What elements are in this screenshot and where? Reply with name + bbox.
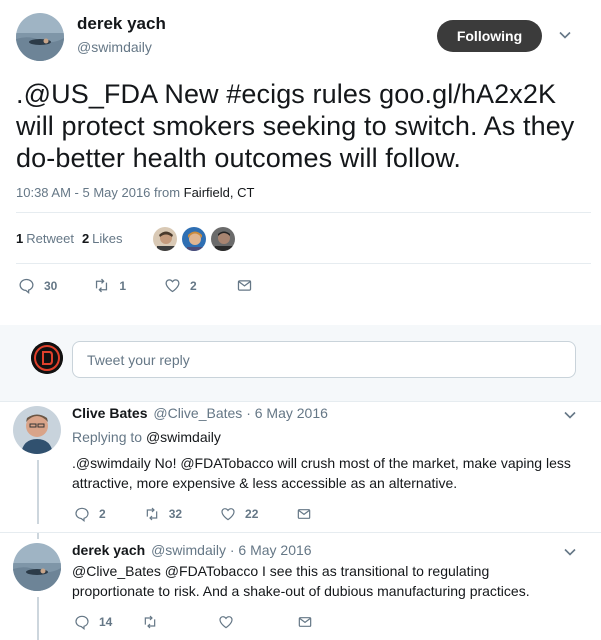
avatar[interactable]	[181, 226, 207, 252]
avatar[interactable]	[210, 226, 236, 252]
reply-header: derek yach @swimdaily · 6 May 2016	[72, 542, 312, 558]
retweet-icon	[145, 615, 156, 629]
reply-count: 30	[44, 278, 58, 293]
reply-author-name[interactable]: Clive Bates	[72, 405, 147, 421]
divider	[16, 212, 591, 213]
retweet-icon	[146, 507, 157, 521]
current-user-avatar[interactable]	[31, 342, 63, 374]
reply-count: 2	[99, 507, 106, 521]
avatar[interactable]	[152, 226, 178, 252]
tweet-timestamp: 10:38 AM - 5 May 2016 from Fairfield, CT	[16, 185, 254, 200]
tweet-actions: 30 1 2	[18, 277, 253, 294]
message-icon	[237, 280, 251, 291]
reply-date[interactable]: · 6 May 2016	[246, 405, 328, 421]
reply-icon	[75, 507, 89, 522]
direct-message-button[interactable]	[296, 506, 312, 522]
reply-button[interactable]: 30	[18, 277, 57, 294]
retweet-icon	[96, 278, 108, 293]
like-icon	[221, 508, 235, 521]
reply-icon	[19, 278, 34, 294]
reply-date[interactable]: · 6 May 2016	[230, 542, 312, 558]
author-avatar[interactable]	[16, 13, 64, 61]
reply-author-name[interactable]: derek yach	[72, 542, 145, 558]
author-name[interactable]: derek yach	[77, 14, 166, 34]
reply-button[interactable]: 14	[74, 614, 112, 630]
thread-line	[37, 533, 39, 539]
liker-avatars	[152, 226, 236, 252]
tweet-stats: 1 Retweet 2 Likes	[16, 231, 123, 246]
like-count: 2	[190, 278, 197, 293]
tweet-text: .@US_FDA New #ecigs rules goo.gl/hA2x2K …	[16, 79, 575, 173]
direct-message-button[interactable]	[236, 277, 253, 294]
divider	[0, 401, 601, 402]
retweet-button[interactable]	[142, 614, 158, 630]
like-button[interactable]	[218, 614, 234, 630]
like-icon	[165, 279, 180, 293]
reply-input[interactable]: Tweet your reply	[72, 341, 576, 378]
reply-count: 14	[99, 615, 113, 629]
reply-button[interactable]: 2	[74, 506, 106, 522]
avatar[interactable]	[13, 406, 61, 454]
tweet-place[interactable]: Fairfield, CT	[184, 185, 255, 200]
like-count: 22	[245, 507, 259, 521]
chevron-down-icon[interactable]	[563, 545, 577, 559]
likes-stat[interactable]: 2 Likes	[82, 231, 123, 246]
like-icon	[219, 616, 233, 629]
retweet-button[interactable]: 1	[93, 277, 126, 294]
divider	[16, 263, 591, 264]
retweet-count: 32	[168, 507, 183, 521]
like-button[interactable]: 22	[220, 506, 258, 522]
retweet-button[interactable]: 32	[144, 506, 182, 522]
thread-line	[37, 597, 39, 640]
reply-icon	[75, 615, 89, 630]
reply-header: Clive Bates @Clive_Bates · 6 May 2016	[72, 405, 328, 421]
reply-text: .@swimdaily No! @FDATobacco will crush m…	[72, 455, 571, 491]
divider	[0, 532, 601, 533]
chevron-down-icon[interactable]	[558, 28, 572, 42]
direct-message-button[interactable]	[297, 614, 313, 630]
message-icon	[298, 509, 311, 519]
retweet-count: 1	[119, 278, 127, 293]
tweet-time[interactable]: 10:38 AM - 5 May 2016 from	[16, 185, 184, 200]
following-button[interactable]: Following	[437, 20, 542, 52]
reply-text: @Clive_Bates @FDATobacco I see this as t…	[72, 563, 530, 599]
reply-placeholder: Tweet your reply	[87, 351, 190, 368]
chevron-down-icon[interactable]	[563, 408, 577, 422]
reply-author-handle[interactable]: @Clive_Bates	[153, 405, 242, 421]
reply-actions: 2 32 22	[74, 506, 312, 522]
author-handle[interactable]: @swimdaily	[77, 39, 152, 55]
reply-author-handle[interactable]: @swimdaily	[151, 542, 226, 558]
like-button[interactable]: 2	[164, 277, 197, 294]
avatar[interactable]	[13, 543, 61, 591]
reply-actions: 14	[74, 614, 313, 630]
replying-to-handle[interactable]: @swimdaily	[146, 429, 221, 445]
message-icon	[299, 617, 312, 627]
replying-to: Replying to @swimdaily	[72, 429, 221, 445]
thread-line	[37, 460, 39, 524]
retweets-stat[interactable]: 1 Retweet	[16, 231, 74, 246]
